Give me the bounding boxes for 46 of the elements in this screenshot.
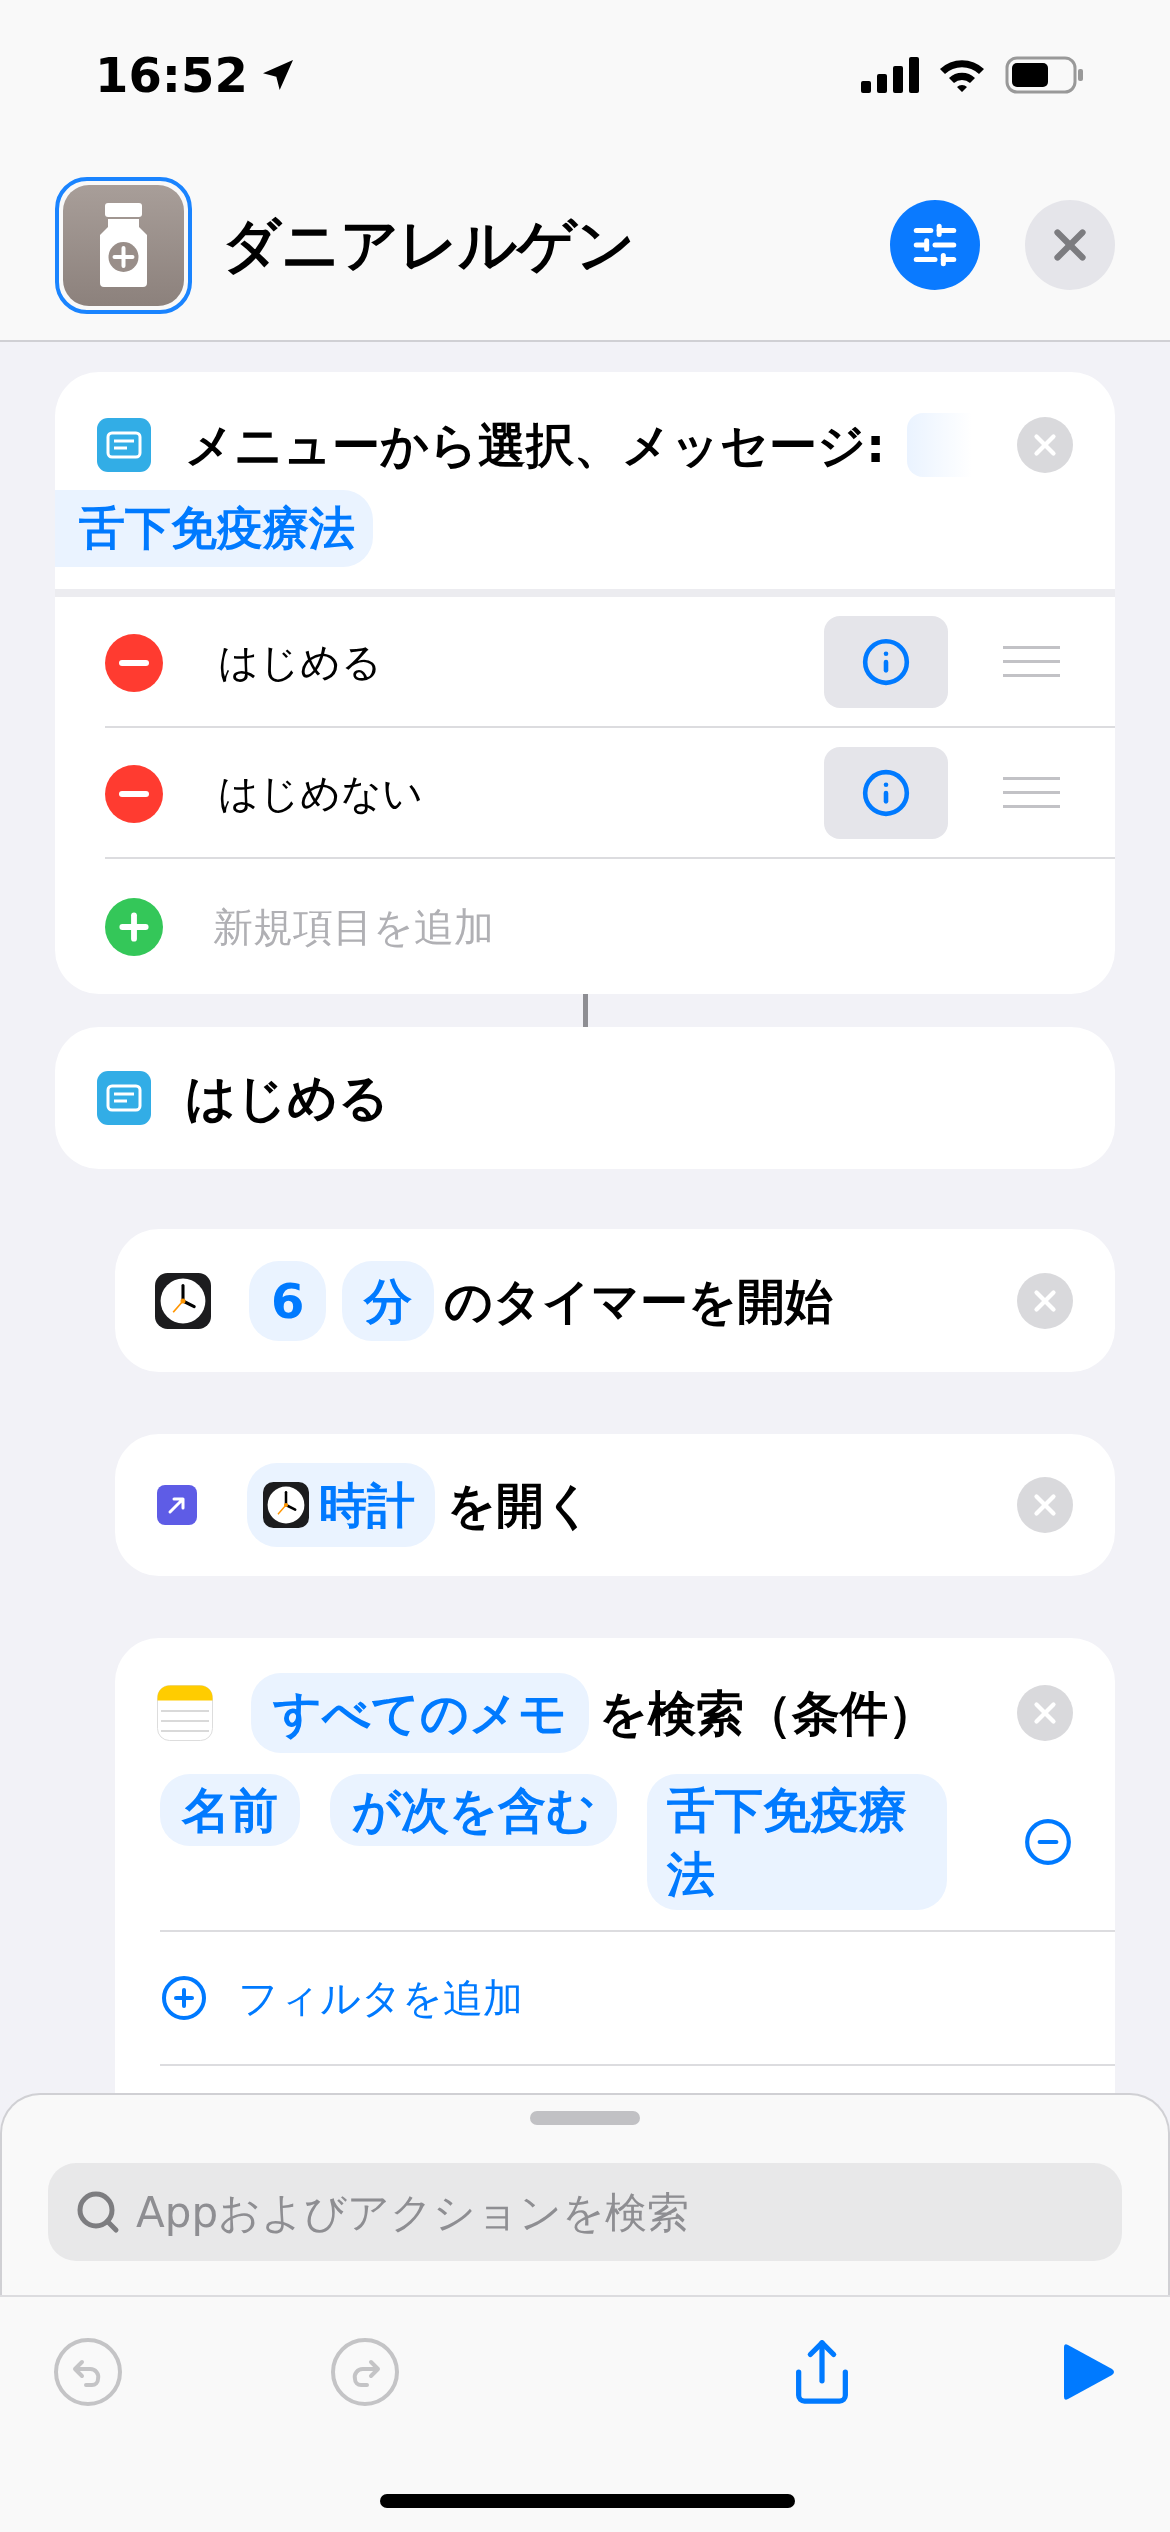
amount-token[interactable]: 6 xyxy=(249,1260,327,1341)
open-app-icon xyxy=(157,1485,197,1525)
info-icon xyxy=(861,767,911,818)
shortcut-app-icon[interactable] xyxy=(55,176,192,314)
battery-icon xyxy=(1005,56,1085,94)
status-time: 16:52 xyxy=(95,46,248,105)
unit-token[interactable]: 分 xyxy=(342,1260,435,1341)
minus-icon xyxy=(119,790,149,797)
remove-item-button[interactable] xyxy=(105,633,163,692)
action-text: を検索（条件） xyxy=(599,1684,937,1743)
plus-circle-icon xyxy=(160,1974,208,2022)
menu-item-label[interactable]: はじめない xyxy=(218,762,824,823)
source-token[interactable]: すべてのメモ xyxy=(251,1673,589,1753)
menu-icon xyxy=(97,1071,151,1125)
app-token[interactable]: 時計 xyxy=(247,1463,435,1547)
remove-filter-button[interactable] xyxy=(1023,1817,1073,1867)
field-token[interactable]: 名前 xyxy=(160,1774,300,1846)
action-text: のタイマーを開始 xyxy=(444,1271,835,1331)
add-filter-button[interactable]: フィルタを追加 xyxy=(160,1968,523,2028)
remove-item-button[interactable] xyxy=(105,764,163,823)
add-item-placeholder[interactable]: 新規項目を追加 xyxy=(213,896,494,957)
info-button[interactable] xyxy=(824,615,948,708)
action-text: を開く xyxy=(447,1476,594,1535)
operator-token[interactable]: が次を含む xyxy=(330,1774,617,1846)
message-token[interactable]: 舌下免疫療法 xyxy=(55,490,373,567)
reorder-handle-icon[interactable] xyxy=(1003,776,1060,809)
add-item-button[interactable] xyxy=(105,897,163,956)
menu-item-label[interactable]: はじめる xyxy=(218,631,824,692)
clock-icon xyxy=(263,1482,309,1528)
reorder-handle-icon[interactable] xyxy=(1003,645,1060,678)
search-field[interactable]: Appおよびアクションを検索 xyxy=(48,2163,1122,2261)
value-token[interactable]: 舌下免疫療法 xyxy=(647,1774,947,1910)
shortcut-title: ダニアレルゲン xyxy=(222,209,636,281)
redo-icon xyxy=(330,2337,400,2407)
signal-icon xyxy=(861,57,919,93)
action-title: メニューから選択、メッセージ: xyxy=(185,416,886,475)
menu-icon xyxy=(97,418,151,472)
notes-icon xyxy=(157,1685,213,1741)
clock-icon xyxy=(155,1272,211,1329)
menu-case-title: はじめる xyxy=(185,1067,389,1129)
undo-icon xyxy=(53,2337,123,2407)
minus-icon xyxy=(119,659,149,666)
info-icon xyxy=(861,636,911,687)
info-button[interactable] xyxy=(824,746,948,839)
minus-circle-icon xyxy=(1023,1817,1073,1867)
add-filter-label[interactable]: フィルタを追加 xyxy=(238,1968,523,2028)
